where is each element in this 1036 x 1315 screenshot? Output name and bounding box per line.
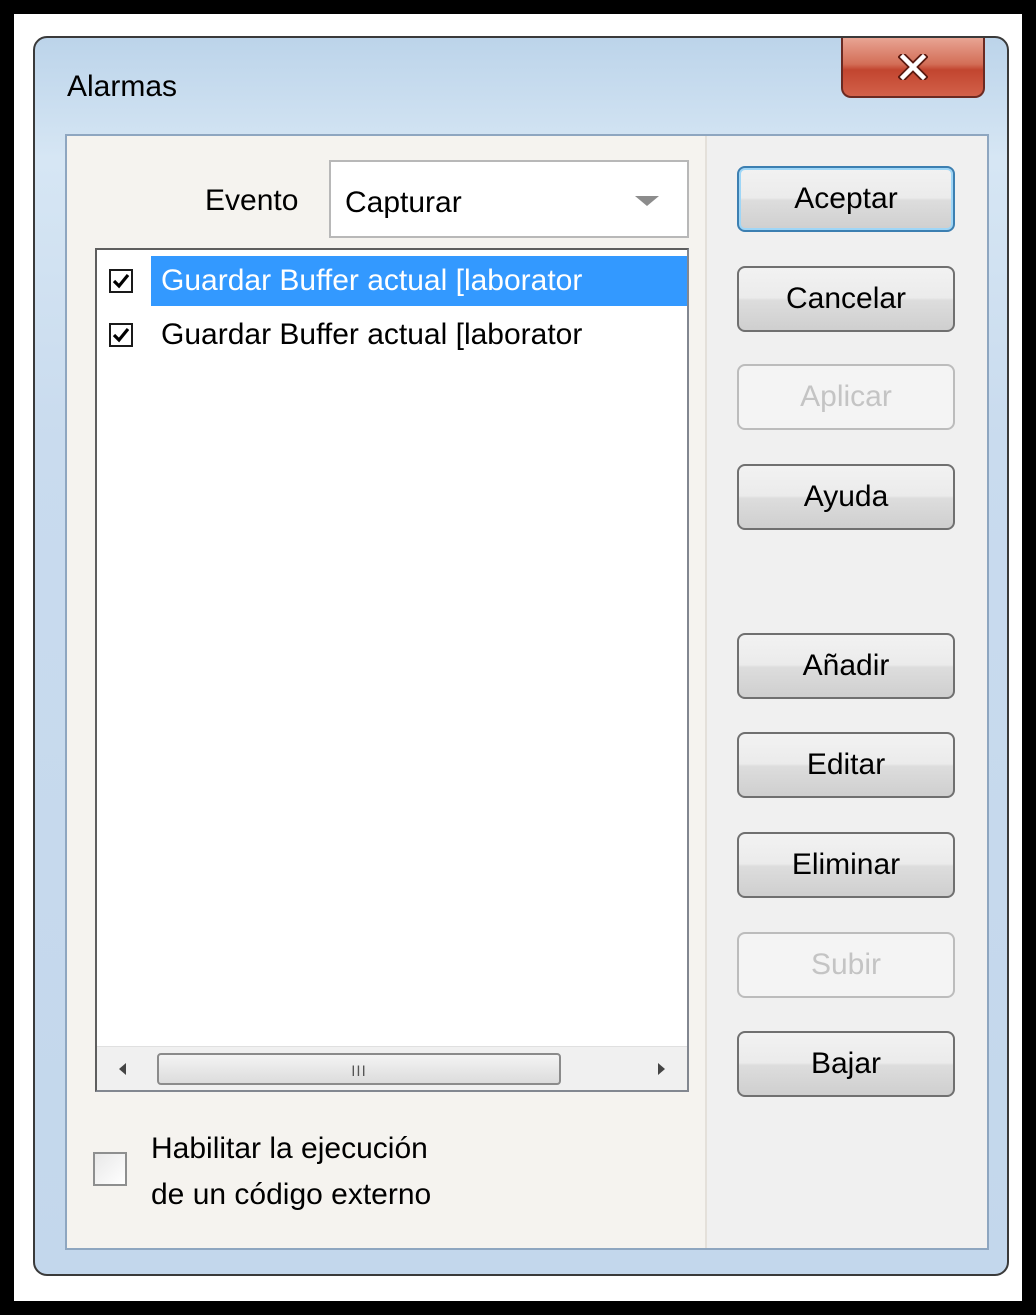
accept-button[interactable]: Aceptar <box>737 166 955 232</box>
close-button[interactable] <box>841 38 985 98</box>
alarm-list[interactable]: Guardar Buffer actual [laborator Guardar… <box>95 248 689 1092</box>
external-code-label-line1: Habilitar la ejecución <box>151 1132 428 1165</box>
list-item[interactable]: Guardar Buffer actual [laborator <box>97 310 687 360</box>
external-code-label[interactable]: Habilitar la ejecución de un código exte… <box>151 1126 431 1218</box>
scrollbar-thumb[interactable]: III <box>157 1053 561 1085</box>
evento-select[interactable]: Capturar <box>329 160 689 238</box>
list-item[interactable]: Guardar Buffer actual [laborator <box>97 256 687 306</box>
evento-selected-value: Capturar <box>345 186 462 219</box>
scroll-right-arrow-icon[interactable] <box>658 1063 665 1075</box>
delete-button[interactable]: Eliminar <box>737 832 955 898</box>
move-up-button[interactable]: Subir <box>737 932 955 998</box>
external-code-checkbox[interactable] <box>93 1152 127 1186</box>
list-item-checkbox[interactable] <box>109 269 133 293</box>
apply-button[interactable]: Aplicar <box>737 364 955 430</box>
move-down-button[interactable]: Bajar <box>737 1031 955 1097</box>
add-button[interactable]: Añadir <box>737 633 955 699</box>
evento-label: Evento <box>205 184 299 217</box>
edit-button[interactable]: Editar <box>737 732 955 798</box>
scrollbar-grip: III <box>351 1064 367 1080</box>
cancel-button[interactable]: Cancelar <box>737 266 955 332</box>
list-item-checkbox[interactable] <box>109 323 133 347</box>
checkmark-icon <box>112 327 130 343</box>
checkmark-icon <box>112 273 130 289</box>
dropdown-arrow-icon[interactable] <box>635 196 659 206</box>
external-code-label-line2: de un código externo <box>151 1178 432 1211</box>
window-title: Alarmas <box>67 70 178 103</box>
list-item-label[interactable]: Guardar Buffer actual [laborator <box>151 310 687 360</box>
scroll-left-arrow-icon[interactable] <box>119 1063 126 1075</box>
alarmas-dialog: Alarmas Evento Capturar Guardar Buffer a… <box>33 36 1009 1276</box>
horizontal-scrollbar[interactable]: III <box>97 1046 687 1090</box>
dialog-client-area: Evento Capturar Guardar Buffer actual [l… <box>65 134 989 1250</box>
help-button[interactable]: Ayuda <box>737 464 955 530</box>
close-icon <box>898 54 928 80</box>
list-item-label[interactable]: Guardar Buffer actual [laborator <box>151 256 687 306</box>
alarms-panel: Evento Capturar Guardar Buffer actual [l… <box>67 136 707 1248</box>
